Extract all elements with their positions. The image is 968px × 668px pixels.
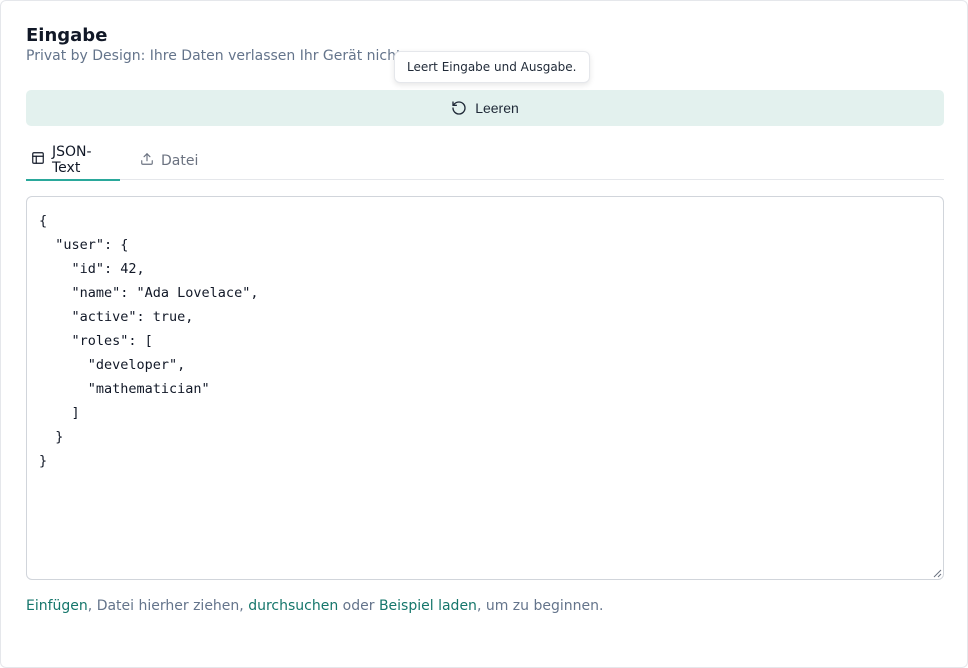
input-panel: Eingabe Privat by Design: Ihre Daten ver… [0, 0, 968, 668]
clear-button-label: Leeren [475, 100, 519, 116]
clear-button[interactable]: Leeren [26, 90, 944, 126]
rotate-ccw-icon [451, 100, 467, 116]
tab-file-label: Datei [161, 152, 199, 169]
upload-icon [140, 152, 154, 170]
browse-link[interactable]: durchsuchen [248, 598, 338, 614]
tab-json-text[interactable]: JSON-Text [26, 141, 120, 181]
load-example-link[interactable]: Beispiel laden [379, 598, 477, 614]
hint-text-1: , Datei hierher ziehen, [87, 598, 249, 614]
input-tabs: JSON-Text Datei [26, 141, 944, 181]
start-hint: Einfügen, Datei hierher ziehen, durchsuc… [26, 596, 603, 616]
json-input-textarea[interactable]: { "user": { "id": 42, "name": "Ada Lovel… [26, 196, 944, 580]
clear-tooltip: Leert Eingabe und Ausgabe. [394, 51, 590, 83]
hint-text-2: oder [338, 598, 379, 614]
paste-link[interactable]: Einfügen [26, 598, 88, 614]
section-subtitle: Privat by Design: Ihre Daten verlassen I… [26, 48, 406, 64]
tab-json-text-label: JSON-Text [52, 144, 92, 176]
resize-handle-icon[interactable] [933, 569, 942, 578]
tab-file[interactable]: Datei [135, 141, 205, 180]
table-icon [31, 151, 45, 169]
hint-text-3: , um zu beginnen. [476, 598, 604, 614]
section-title: Eingabe [26, 25, 108, 46]
